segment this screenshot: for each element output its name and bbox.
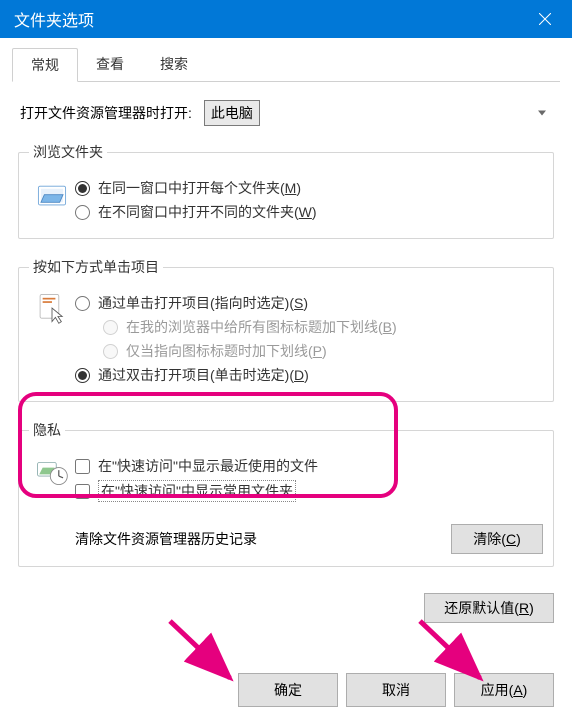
radio-single-click[interactable]: 通过单击打开项目(指向时选定)(S) <box>75 293 543 313</box>
checkbox-frequent-folders[interactable]: 在"快速访问"中显示常用文件夹 <box>75 480 543 502</box>
browse-fieldset: 浏览文件夹 在同一窗口中打开每个文件夹(M) 在不同窗口中打开不同的文件夹(W) <box>18 142 554 239</box>
clear-history-label: 清除文件资源管理器历史记录 <box>75 529 451 549</box>
radio-new-window[interactable]: 在不同窗口中打开不同的文件夹(W) <box>75 202 543 222</box>
tab-row: 常规 查看 搜索 <box>12 48 560 82</box>
ok-button[interactable]: 确定 <box>238 673 338 707</box>
apply-button[interactable]: 应用(A) <box>454 673 554 707</box>
radio-double-click[interactable]: 通过双击打开项目(单击时选定)(D) <box>75 365 543 385</box>
clear-button[interactable]: 清除(C) <box>451 524 543 554</box>
browse-legend: 浏览文件夹 <box>29 142 107 162</box>
close-icon[interactable] <box>522 0 568 38</box>
window-title: 文件夹选项 <box>14 7 522 31</box>
click-fieldset: 按如下方式单击项目 通过单击打开项目(指向时选定)(S) 在我的浏览器中给所有图… <box>18 257 554 402</box>
folder-browse-icon <box>29 174 75 210</box>
restore-defaults-button[interactable]: 还原默认值(R) <box>424 593 554 623</box>
tab-search[interactable]: 搜索 <box>142 48 206 81</box>
privacy-legend: 隐私 <box>29 420 65 440</box>
tab-view[interactable]: 查看 <box>78 48 142 81</box>
cursor-click-icon <box>29 289 75 325</box>
tab-general[interactable]: 常规 <box>12 48 78 82</box>
checkbox-recent-files[interactable]: 在"快速访问"中显示最近使用的文件 <box>75 456 543 476</box>
open-in-select[interactable]: 此电脑 <box>204 100 260 126</box>
privacy-icon <box>29 452 75 488</box>
open-in-label: 打开文件资源管理器时打开: <box>20 103 192 123</box>
radio-same-window[interactable]: 在同一窗口中打开每个文件夹(M) <box>75 178 543 198</box>
cancel-button[interactable]: 取消 <box>346 673 446 707</box>
click-legend: 按如下方式单击项目 <box>29 257 163 277</box>
radio-underline-all: 在我的浏览器中给所有图标标题加下划线(B) <box>103 317 543 337</box>
privacy-fieldset: 隐私 在"快速访问"中显示最近使用的文件 在"快速访问"中显示常 <box>18 420 554 567</box>
radio-underline-point: 仅当指向图标标题时加下划线(P) <box>103 341 543 361</box>
